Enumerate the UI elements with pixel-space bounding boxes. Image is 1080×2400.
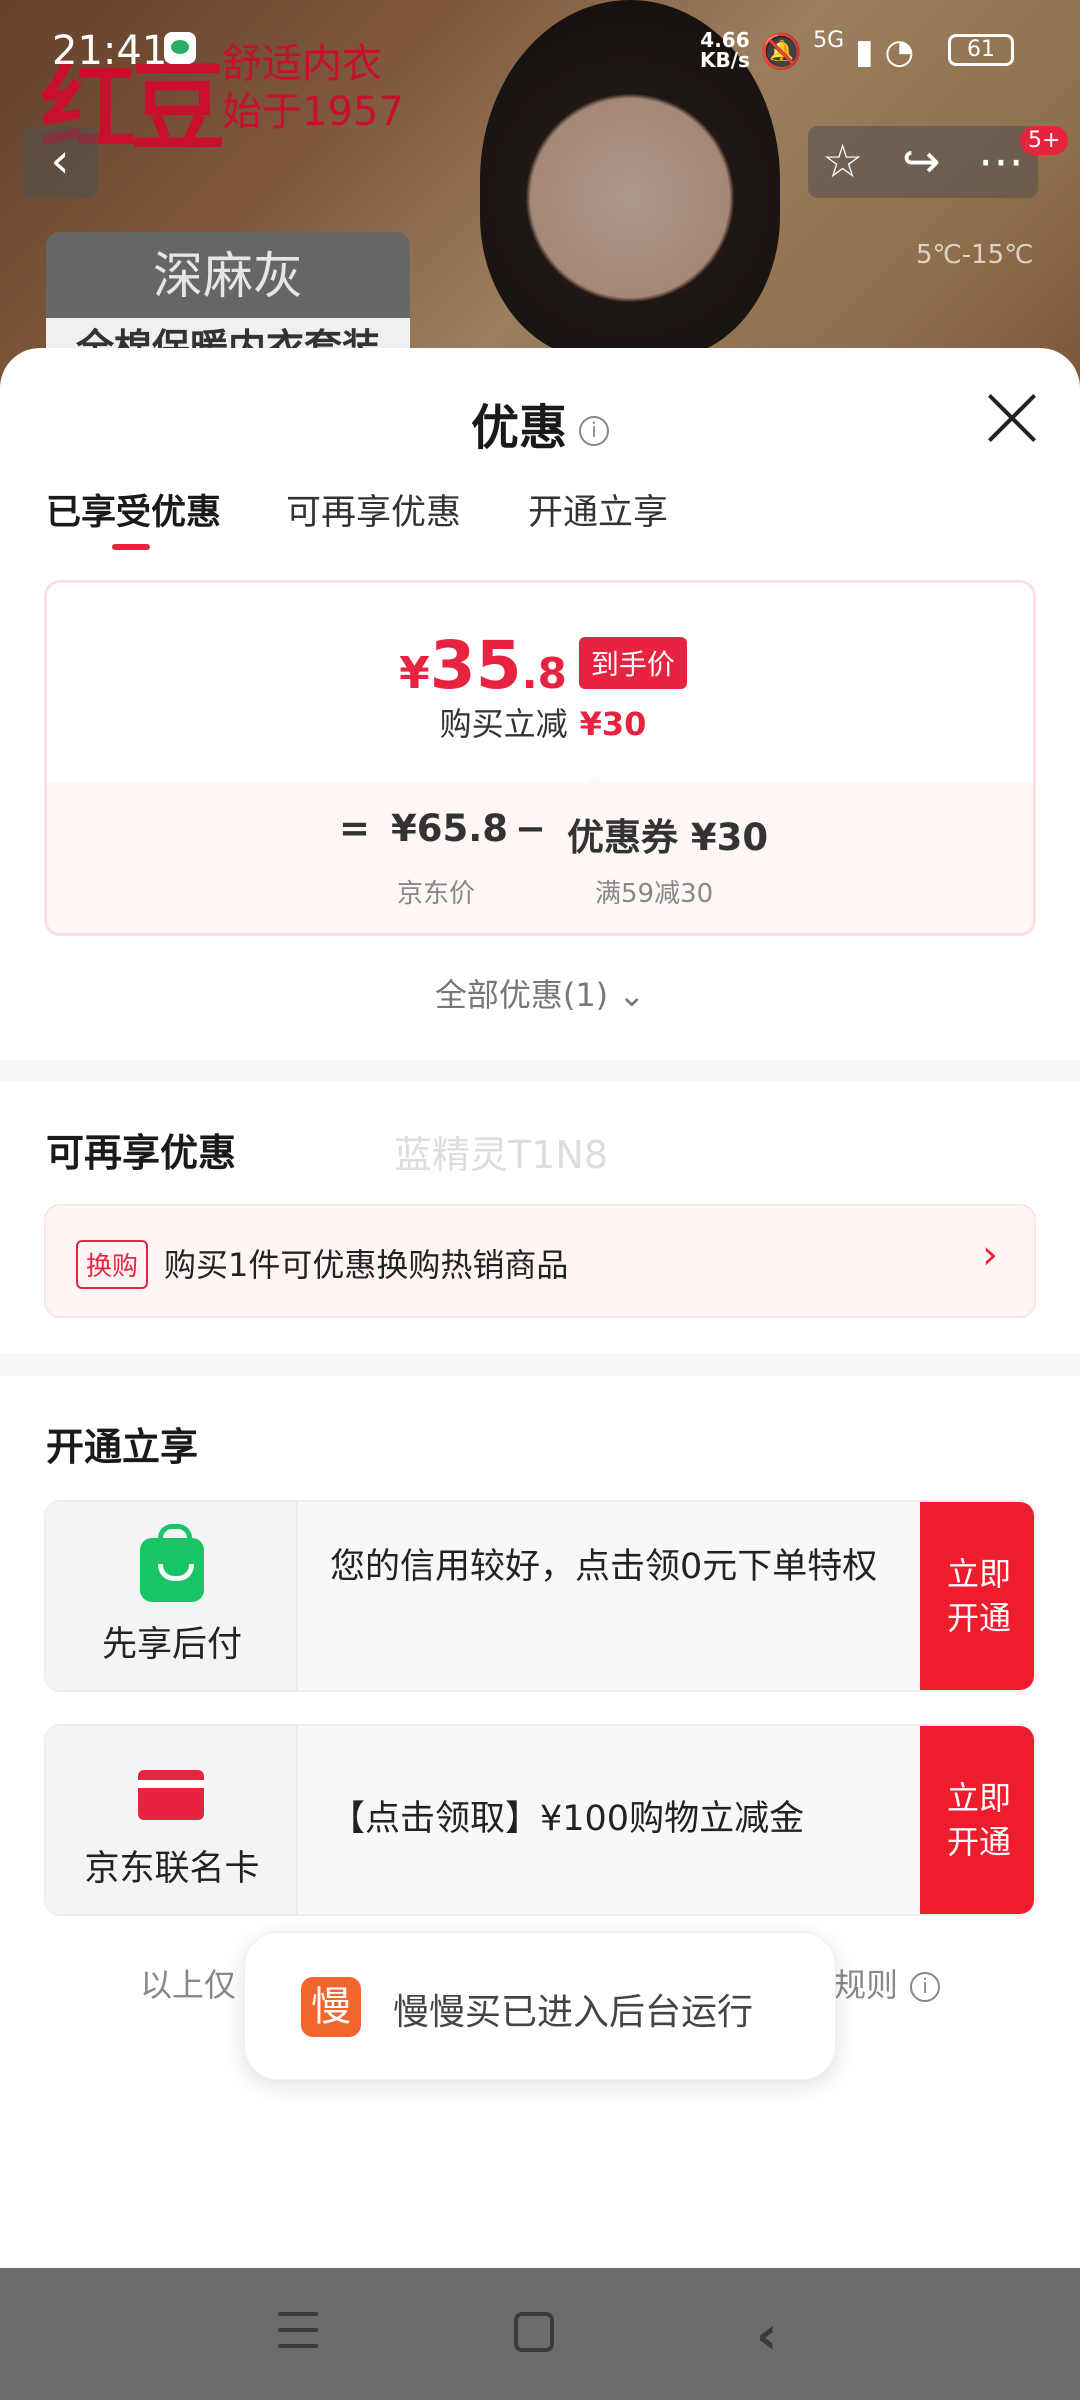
more-icon[interactable]: ⋯ xyxy=(978,134,1024,188)
all-discounts-label: 全部优惠(1) xyxy=(434,976,609,1014)
tab-more[interactable]: 可再享优惠 xyxy=(286,484,461,535)
home-icon[interactable] xyxy=(514,2312,554,2352)
section-divider xyxy=(0,1354,1080,1376)
exchange-offer[interactable]: 换购 购买1件可优惠换购热销商品 › xyxy=(44,1204,1036,1318)
system-nav-bar: ‹ xyxy=(0,2268,1080,2400)
coupon-rule: 满59减30 xyxy=(595,879,714,909)
pay-later-label: 先享后付 xyxy=(101,1625,242,1665)
pay-later-logo-area: 先享后付 xyxy=(46,1502,298,1690)
signal-icon: ▮ xyxy=(855,32,874,72)
battery-icon: 61 xyxy=(948,34,1014,66)
credit-card-icon xyxy=(138,1770,204,1820)
network-type: 5G xyxy=(813,28,845,53)
disclaimer-text: 以上仅 xyxy=(140,1966,237,2004)
background-run-toast: 慢 慢慢买已进入后台运行 xyxy=(244,1932,836,2080)
net-speed: 4.66 KB/s xyxy=(700,30,750,70)
chevron-left-icon: ‹ xyxy=(50,133,70,189)
status-bar: 21:41 4.66 KB/s 🔕 5G ▮ ◔ 61 xyxy=(0,0,1080,100)
toast-text: 慢慢买已进入后台运行 xyxy=(393,1992,754,2033)
all-discounts-toggle[interactable]: 全部优惠(1) ⌄ xyxy=(0,970,1080,1016)
menu-icon[interactable] xyxy=(278,2312,320,2352)
co-brand-label: 京东联名卡 xyxy=(84,1849,260,1889)
co-brand-desc: 【点击领取】¥100购物立减金 xyxy=(330,1799,805,1839)
mute-icon: 🔕 xyxy=(760,32,803,72)
app-logo-icon: 慢 xyxy=(301,1977,361,2037)
share-icon[interactable]: ↪ xyxy=(902,134,941,188)
pay-later-card[interactable]: 先享后付 您的信用较好，点击领0元下单特权 立即 开通 xyxy=(44,1500,1036,1692)
reduce-label: 购买立减 xyxy=(439,705,568,743)
watermark-text: 蓝精灵T1N8 xyxy=(394,1133,608,1177)
exchange-text: 购买1件可优惠换购热销商品 xyxy=(164,1246,569,1284)
open-now-button[interactable]: 立即 开通 xyxy=(920,1726,1034,1914)
shopping-bag-icon xyxy=(140,1524,204,1602)
back-button[interactable]: ‹ xyxy=(22,126,98,198)
coupon-amount: 优惠券 ¥30 xyxy=(567,816,769,859)
tab-open[interactable]: 开通立享 xyxy=(528,484,668,535)
chevron-down-icon: ⌄ xyxy=(618,976,646,1014)
button-line2: 开通 xyxy=(946,1599,1011,1637)
reduce-amount: ¥30 xyxy=(579,705,647,743)
equals-sign: = xyxy=(339,807,371,850)
button-line2: 开通 xyxy=(946,1823,1011,1861)
co-brand-card[interactable]: 京东联名卡 【点击领取】¥100购物立减金 立即 开通 xyxy=(44,1724,1036,1916)
sheet-title: 优惠 i xyxy=(0,388,1080,458)
jd-price: ¥65.8 xyxy=(391,807,509,850)
final-price-tag: 到手价 xyxy=(578,637,687,689)
star-icon[interactable]: ☆ xyxy=(822,134,863,188)
weather-temp: 5℃-15℃ xyxy=(916,240,1034,270)
rules-link[interactable]: 规则 i xyxy=(834,1960,941,2006)
pay-later-desc: 您的信用较好，点击领0元下单特权 xyxy=(330,1547,878,1587)
button-line1: 立即 xyxy=(946,1555,1011,1593)
final-price-card: ¥35.8 到手价 购买立减 ¥30 = ¥65.8 − 优惠券 ¥30 京东价 满… xyxy=(44,580,1036,936)
open-section-title: 开通立享 xyxy=(46,1425,199,1469)
more-discounts-title: 可再享优惠 xyxy=(46,1131,237,1175)
pointer-triangle xyxy=(581,775,609,789)
co-brand-logo-area: 京东联名卡 xyxy=(46,1726,298,1914)
rules-label: 规则 xyxy=(834,1966,899,2004)
net-speed-value: 4.66 xyxy=(700,28,750,52)
info-icon[interactable]: i xyxy=(579,416,609,446)
sheet-title-text: 优惠 xyxy=(470,400,567,456)
back-icon[interactable]: ‹ xyxy=(756,2306,777,2366)
jd-price-label: 京东价 xyxy=(397,879,476,909)
minus-sign: − xyxy=(515,807,547,850)
tab-indicator xyxy=(112,544,150,550)
close-icon[interactable] xyxy=(984,390,1040,446)
section-divider xyxy=(0,1060,1080,1082)
signal-icons: 🔕 5G ▮ ◔ xyxy=(760,28,914,72)
status-time: 21:41 xyxy=(52,28,168,74)
price-decimal: .8 xyxy=(521,649,567,698)
wifi-icon: ◔ xyxy=(884,32,915,72)
price-breakdown-bg xyxy=(47,783,1033,933)
top-actions: ☆ ↪ ⋯ xyxy=(808,126,1038,198)
wechat-icon xyxy=(164,32,196,64)
button-line1: 立即 xyxy=(946,1779,1011,1817)
net-speed-unit: KB/s xyxy=(700,48,750,72)
chevron-right-icon: › xyxy=(982,1232,998,1278)
instant-reduce: 购买立减 ¥30 xyxy=(47,699,1033,745)
currency-symbol: ¥ xyxy=(399,648,430,699)
info-icon: i xyxy=(910,1972,941,2002)
exchange-tag: 换购 xyxy=(76,1240,149,1289)
price-integer: 35 xyxy=(429,627,522,704)
final-price: ¥35.8 到手价 xyxy=(47,627,1033,704)
color-name-label: 深麻灰 xyxy=(46,232,410,320)
open-now-button[interactable]: 立即 开通 xyxy=(920,1502,1034,1690)
notification-badge: 5+ xyxy=(1020,126,1069,155)
tab-enjoyed[interactable]: 已享受优惠 xyxy=(46,484,221,535)
